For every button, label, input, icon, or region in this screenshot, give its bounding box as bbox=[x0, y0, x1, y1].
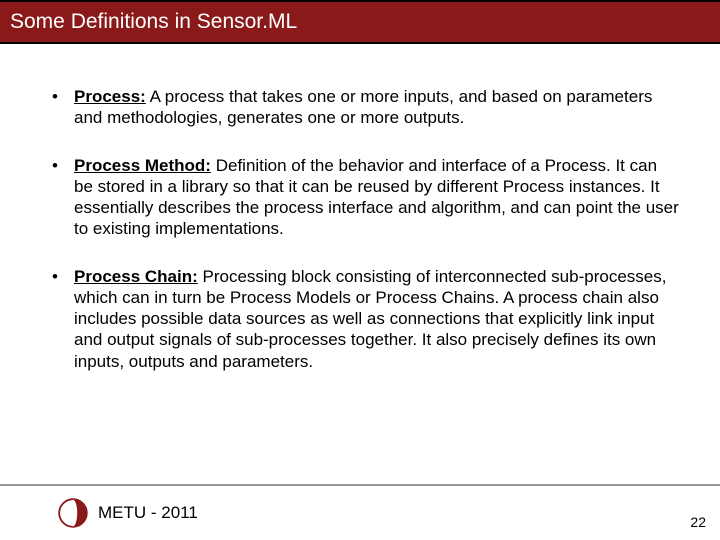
list-item: Process Method: Definition of the behavi… bbox=[44, 155, 680, 240]
term: Process Chain: bbox=[74, 267, 198, 286]
bullet-list: Process: A process that takes one or mor… bbox=[44, 86, 680, 372]
term: Process: bbox=[74, 87, 146, 106]
slide-title: Some Definitions in Sensor.ML bbox=[10, 10, 297, 34]
term: Process Method: bbox=[74, 156, 211, 175]
footer: METU - 2011 22 bbox=[0, 484, 720, 540]
list-item: Process Chain: Processing block consisti… bbox=[44, 266, 680, 372]
definition-text: A process that takes one or more inputs,… bbox=[74, 87, 652, 127]
list-item: Process: A process that takes one or mor… bbox=[44, 86, 680, 129]
title-bar: Some Definitions in Sensor.ML bbox=[0, 0, 720, 44]
metu-logo-icon bbox=[58, 498, 88, 528]
content-area: Process: A process that takes one or mor… bbox=[0, 44, 720, 484]
footer-text: METU - 2011 bbox=[98, 503, 198, 523]
slide: Some Definitions in Sensor.ML Process: A… bbox=[0, 0, 720, 540]
page-number: 22 bbox=[690, 514, 706, 530]
